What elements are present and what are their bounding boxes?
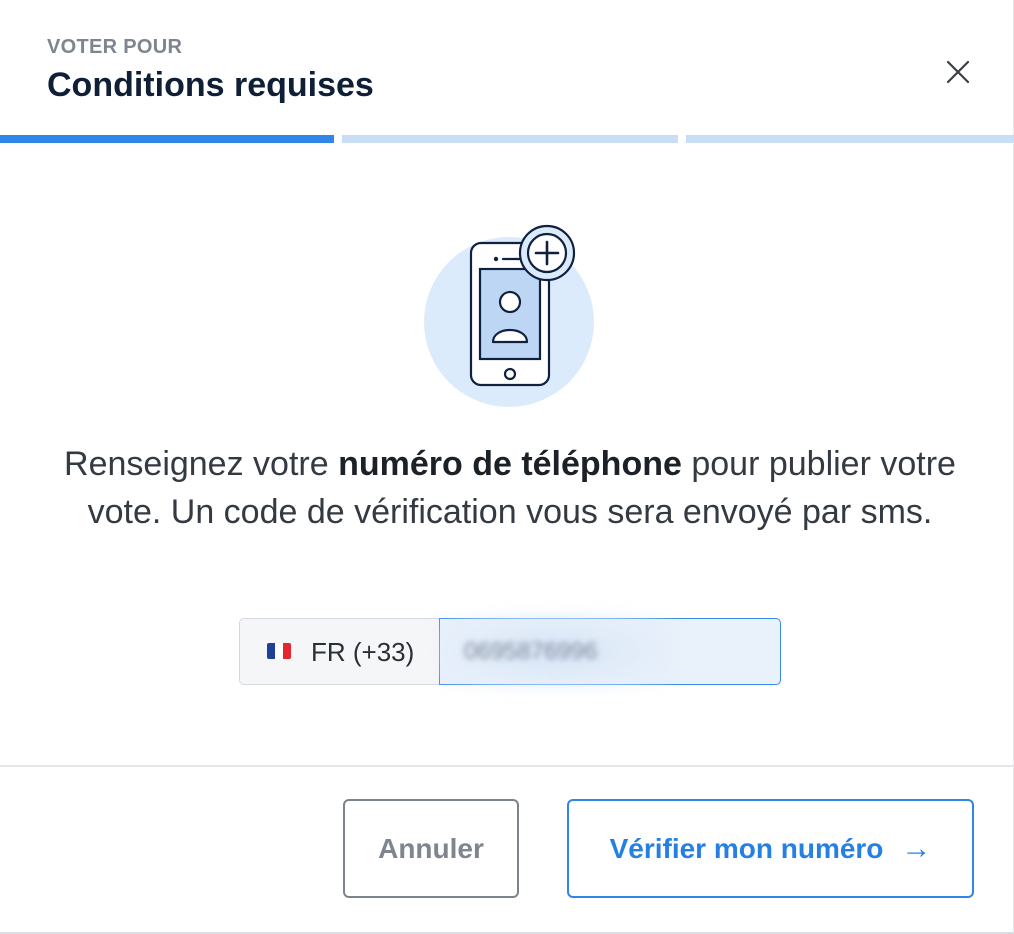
footer-divider — [0, 765, 1014, 767]
cancel-button[interactable]: Annuler — [343, 799, 519, 898]
instruction-text: Renseignez votre numéro de téléphone pou… — [40, 440, 980, 536]
phone-verification-modal: VOTER POUR Conditions requises Renseigne… — [0, 0, 1014, 934]
modal-title: Conditions requises — [47, 66, 374, 104]
close-button[interactable] — [938, 52, 978, 92]
country-code-label: FR (+33) — [311, 637, 415, 667]
phone-number-field-group: FR (+33) 0695876996 — [239, 614, 781, 688]
verify-number-button[interactable]: Vérifier mon numéro → — [567, 799, 974, 898]
progress-step-3 — [686, 135, 1014, 143]
instruction-text-start: Renseignez votre — [64, 445, 339, 483]
country-code-select[interactable]: FR (+33) — [239, 618, 440, 685]
progress-step-2 — [342, 135, 678, 143]
phone-number-input[interactable] — [439, 618, 781, 685]
step-progress — [0, 135, 1014, 143]
phone-contact-icon — [424, 224, 594, 407]
arrow-right-icon: → — [901, 831, 932, 865]
close-icon — [946, 60, 970, 84]
progress-step-1-active — [0, 135, 334, 143]
instruction-text-bold: numéro de téléphone — [338, 445, 682, 483]
phone-add-user-illustration — [418, 218, 598, 410]
verify-button-label: Vérifier mon numéro — [609, 832, 884, 864]
flag-stripe-blue — [267, 643, 275, 659]
france-flag-icon — [267, 643, 291, 659]
modal-eyebrow: VOTER POUR — [47, 36, 183, 58]
flag-stripe-red — [283, 643, 291, 659]
modal-header: VOTER POUR Conditions requises — [0, 0, 1014, 135]
flag-stripe-white — [275, 643, 283, 659]
cancel-button-label: Annuler — [378, 832, 484, 864]
